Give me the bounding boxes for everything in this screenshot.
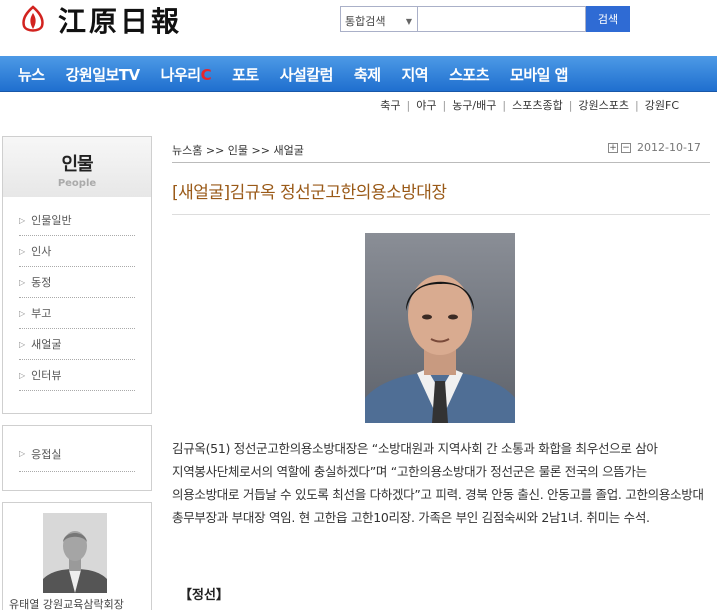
nav-editorial[interactable]: 사설칼럼: [280, 64, 334, 85]
sidebar-menu: 인물 People ▷ 인물일반 ▷ 인사 ▷ 동정 ▷ 부고 ▷ 새얼굴 ▷ 인터뷰: [2, 136, 152, 414]
bullet-icon: ▷: [19, 277, 26, 287]
breadcrumb: 뉴스홈 >> 인물 >> 새얼굴: [172, 144, 304, 157]
subnav-sports-general[interactable]: 스포츠종합: [506, 97, 569, 113]
sidebar-item-label: 동정: [31, 276, 52, 289]
sidebar-item-label: 부고: [31, 307, 52, 320]
bullet-icon: ▷: [19, 370, 26, 380]
sidebar-profile: 유태열 강원교육삼락회장: [2, 502, 152, 610]
header: 江原日報 통합검색 ▼ 검색: [0, 0, 717, 50]
article-photo: [365, 233, 515, 423]
bullet-icon: ▷: [19, 246, 26, 256]
sidebar-item-personnel[interactable]: ▷ 인사: [19, 236, 135, 267]
nav-festival[interactable]: 축제: [354, 64, 381, 85]
nav-photo[interactable]: 포토: [232, 64, 259, 85]
bullet-icon: ▷: [19, 215, 26, 225]
sidebar-item-interview[interactable]: ▷ 인터뷰: [19, 360, 135, 391]
main-nav: 뉴스 강원일보TV 나우리C 포토 사설칼럼 축제 지역 스포츠 모바일 앱: [0, 56, 717, 92]
search-button[interactable]: 검색: [586, 6, 630, 32]
site-logo[interactable]: 江原日報: [20, 3, 183, 38]
article-tools: + − 2012-10-17: [608, 141, 701, 154]
logo-text: 江原日報: [58, 5, 183, 38]
nav-sports[interactable]: 스포츠: [449, 64, 489, 85]
nav-nauri-suffix: C: [200, 65, 212, 84]
sidebar-extra-menu: ▷ 응접실: [2, 425, 152, 491]
subnav-football[interactable]: 축구: [374, 97, 406, 113]
nav-mobile-app[interactable]: 모바일 앱: [510, 64, 568, 85]
bullet-icon: ▷: [19, 339, 26, 349]
sidebar-item-label: 인사: [31, 245, 52, 258]
bullet-icon: ▷: [19, 449, 26, 458]
sidebar-item-label: 인물일반: [31, 214, 72, 227]
logo-emblem-icon: [22, 5, 44, 32]
sidebar-item-label: 응접실: [31, 447, 62, 461]
profile-caption[interactable]: 유태열 강원교육삼락회장: [9, 596, 124, 610]
sidebar-item-reception[interactable]: ▷ 응접실: [19, 436, 135, 472]
subnav-basketball-volleyball[interactable]: 농구/배구: [446, 97, 502, 113]
search-bar: 통합검색 ▼ 검색: [340, 6, 630, 32]
sidebar-item-label: 새얼굴: [31, 338, 62, 351]
nav-news[interactable]: 뉴스: [18, 64, 45, 85]
sidebar-item-people-general[interactable]: ▷ 인물일반: [19, 205, 135, 236]
sidebar-title: 인물: [61, 154, 93, 175]
divider: [172, 162, 710, 163]
article-body: 김규옥(51) 정선군고한의용소방대장은 “소방대원과 지역사회 간 소통과 화…: [172, 441, 704, 525]
nav-nauri-label: 나우리: [160, 65, 201, 84]
subnav-gangwon-fc[interactable]: 강원FC: [639, 97, 685, 113]
article-title: [새얼굴]김규옥 정선군고한의용소방대장: [172, 183, 447, 203]
sidebar-item-new-faces[interactable]: ▷ 새얼굴: [19, 329, 135, 360]
divider: [172, 214, 710, 215]
sidebar-item-obituary[interactable]: ▷ 부고: [19, 298, 135, 329]
sub-nav: 축구 | 야구 | 농구/배구 | 스포츠종합 | 강원스포츠 | 강원FC: [374, 96, 685, 114]
sidebar-header: 인물 People: [3, 137, 151, 197]
chevron-down-icon: ▼: [405, 17, 412, 26]
sidebar-item-news-of-people[interactable]: ▷ 동정: [19, 267, 135, 298]
nav-region[interactable]: 지역: [402, 64, 429, 85]
sidebar-item-label: 인터뷰: [31, 369, 62, 382]
search-input[interactable]: [418, 6, 586, 32]
sidebar-subtitle: People: [57, 178, 97, 189]
article-region: 【정선】: [179, 588, 229, 603]
bullet-icon: ▷: [19, 308, 26, 318]
nav-tv[interactable]: 강원일보TV: [66, 64, 141, 85]
nav-nauri[interactable]: 나우리C: [160, 64, 212, 85]
font-increase-icon[interactable]: +: [608, 142, 618, 153]
subnav-gangwon-sports[interactable]: 강원스포츠: [572, 97, 635, 113]
search-scope-value: 통합검색: [345, 15, 386, 28]
profile-photo[interactable]: [43, 513, 107, 593]
font-decrease-icon[interactable]: −: [621, 142, 631, 153]
search-scope-select[interactable]: 통합검색 ▼: [340, 6, 418, 32]
subnav-baseball[interactable]: 야구: [410, 97, 442, 113]
article-date: 2012-10-17: [637, 141, 701, 154]
